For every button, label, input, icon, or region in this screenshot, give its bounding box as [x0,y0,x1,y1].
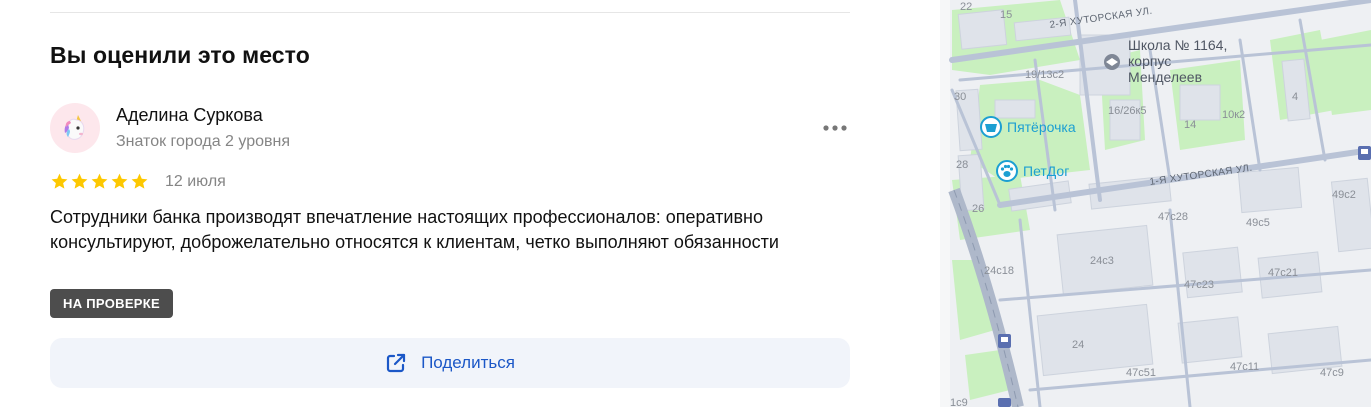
rating-stars [50,172,149,191]
star-icon [131,173,148,189]
star-icon [111,173,128,189]
svg-text:10к2: 10к2 [1222,109,1245,121]
poi-store[interactable]: Пятёрочка [980,116,1076,138]
svg-text:49с5: 49с5 [1246,217,1270,229]
external-link-icon [386,353,406,373]
unicorn-icon [64,115,85,140]
svg-text:15: 15 [1000,9,1012,21]
svg-text:47с51: 47с51 [1126,367,1156,379]
svg-text:30: 30 [954,91,966,103]
poi-petshop[interactable]: ПетДог [996,160,1069,182]
share-button[interactable]: Поделиться [50,338,850,388]
map-view[interactable]: 2-Я ХУТОРСКАЯ УЛ. 1-Я ХУТОРСКАЯ УЛ. 22 1… [940,0,1371,407]
svg-text:47с28: 47с28 [1158,211,1188,223]
svg-text:1с9: 1с9 [950,397,968,407]
svg-text:24с3: 24с3 [1090,255,1114,267]
svg-text:ПетДог: ПетДог [1023,163,1069,179]
section-title: Вы оценили это место [50,42,310,68]
svg-text:47с9: 47с9 [1320,367,1344,379]
more-horizontal-icon [823,125,847,131]
review-text: Сотрудники банка производят впечатление … [50,207,779,252]
svg-text:24: 24 [1072,339,1084,351]
more-options-button[interactable] [820,118,850,138]
author-avatar[interactable] [50,103,100,153]
svg-text:Пятёрочка: Пятёрочка [1007,119,1076,135]
author-name[interactable]: Аделина Суркова [116,105,263,126]
star-icon [91,173,108,189]
bus-stop-icon[interactable] [998,334,1011,348]
svg-text:4: 4 [1292,91,1298,103]
svg-text:14: 14 [1184,119,1196,131]
svg-text:корпус: корпус [1128,53,1171,69]
map-canvas: 2-Я ХУТОРСКАЯ УЛ. 1-Я ХУТОРСКАЯ УЛ. 22 1… [940,0,1371,407]
svg-text:47с21: 47с21 [1268,267,1298,279]
bus-stop-icon[interactable] [998,398,1011,407]
status-badge: НА ПРОВЕРКЕ [50,289,173,318]
review-panel: Вы оценили это место Аделина Суркова Зна… [0,0,940,407]
svg-text:22: 22 [960,1,972,13]
svg-text:Менделеев: Менделеев [1128,69,1202,85]
svg-text:Школа № 1164,: Школа № 1164, [1128,37,1227,53]
svg-text:16/26к5: 16/26к5 [1108,105,1146,117]
svg-text:49с2: 49с2 [1332,189,1356,201]
svg-text:19/13с2: 19/13с2 [1025,69,1064,81]
star-icon [71,173,88,189]
svg-text:28: 28 [956,159,968,171]
shopping-basket-icon [985,124,997,132]
review-date: 12 июля [165,173,226,190]
bus-stop-icon[interactable] [1358,146,1371,160]
svg-text:47с11: 47с11 [1230,361,1259,373]
top-divider [50,12,850,13]
svg-text:24с18: 24с18 [984,265,1014,277]
author-level: Знаток города 2 уровня [116,133,291,150]
svg-text:26: 26 [972,203,984,215]
star-icon [51,173,68,189]
svg-text:47с23: 47с23 [1184,279,1214,291]
share-label: Поделиться [421,353,515,372]
